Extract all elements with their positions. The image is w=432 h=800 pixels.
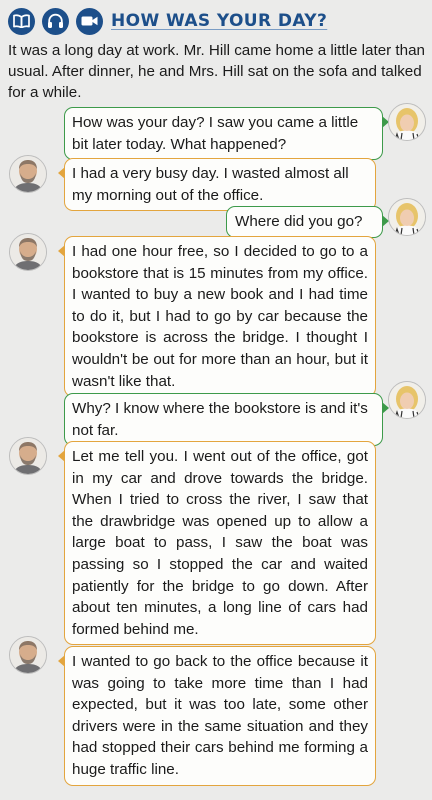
dialogue-bubble-man: I had a very busy day. I wasted almost a… [58,158,376,212]
dialogue-bubble-woman: How was your day? I saw you came a littl… [64,107,389,161]
headphones-icon[interactable] [42,7,69,35]
dialogue-bubble-man: Let me tell you. I went out of the offic… [58,441,376,646]
man-avatar [9,233,47,271]
man-avatar [9,155,47,193]
woman-avatar [388,198,426,236]
dialogue-bubble-man: I wanted to go back to the office becaus… [58,646,376,786]
woman-avatar [388,381,426,419]
man-avatar [9,636,47,674]
book-icon[interactable] [8,7,35,35]
dialogue-bubble-man: I had one hour free, so I decided to go … [58,236,376,398]
video-camera-icon[interactable] [76,7,103,35]
header: HOW WAS YOUR DAY? [8,6,327,36]
dialogue-bubble-woman: Where did you go? [226,206,389,238]
man-avatar [9,437,47,475]
dialogue-bubble-woman: Why? I know where the bookstore is and i… [64,393,389,447]
intro-paragraph: It was a long day at work. Mr. Hill came… [8,42,425,101]
page-title: HOW WAS YOUR DAY? [111,11,328,31]
woman-avatar [388,103,426,141]
